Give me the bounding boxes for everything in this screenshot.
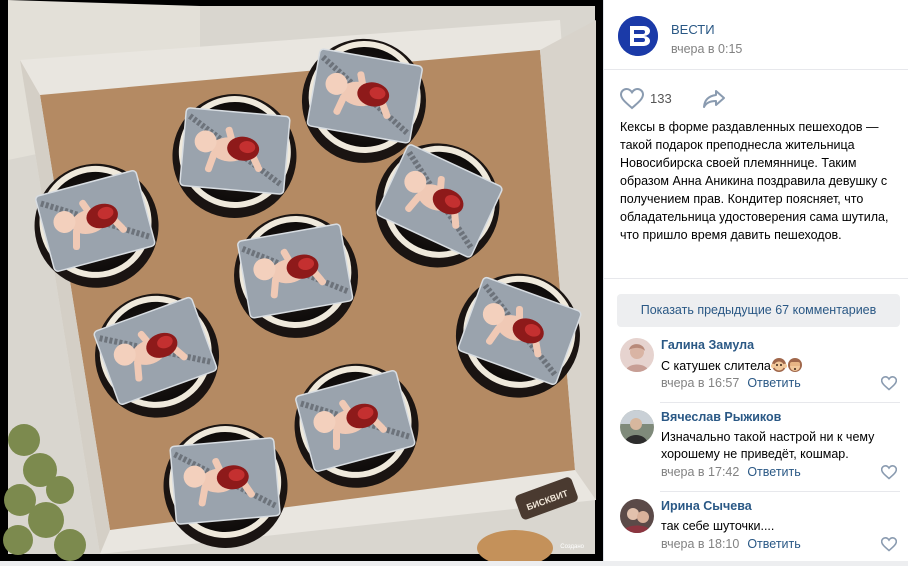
comment-author[interactable]: Галина Замула (661, 338, 754, 352)
comment-text-content: С катушек слитела (661, 359, 771, 373)
comment-meta: вчера в 16:57 Ответить (661, 376, 801, 390)
post-side-panel: ВЕСТИ вчера в 0:15 133 Кексы в форме раз… (603, 0, 908, 561)
reply-button[interactable]: Ответить (747, 465, 800, 479)
post-header: ВЕСТИ вчера в 0:15 (618, 16, 898, 64)
comment-time[interactable]: вчера в 18:10 (661, 537, 739, 551)
comment-text: С катушек слитела (661, 357, 896, 375)
like-count: 133 (650, 91, 672, 106)
cupcake-photo-image: БИСКВИТ Создано (3, 0, 596, 566)
vesti-logo-icon[interactable] (618, 16, 658, 56)
avatar[interactable] (620, 410, 654, 444)
share-arrow-icon[interactable] (702, 89, 726, 109)
text-divider (604, 278, 908, 279)
hear-no-evil-monkey-icon (770, 357, 788, 373)
comment-meta: вчера в 17:42 Ответить (661, 465, 801, 479)
comment-author[interactable]: Ирина Сычева (661, 499, 752, 513)
comment-time[interactable]: вчера в 16:57 (661, 376, 739, 390)
avatar[interactable] (620, 499, 654, 533)
comment-divider (660, 491, 900, 492)
comment-time[interactable]: вчера в 17:42 (661, 465, 739, 479)
comment-heart-icon[interactable] (880, 465, 898, 480)
photo-watermark: Создано (560, 544, 584, 550)
avatar[interactable] (620, 338, 654, 372)
comment-heart-icon[interactable] (880, 537, 898, 552)
reply-button[interactable]: Ответить (747, 537, 800, 551)
heart-icon[interactable] (619, 87, 645, 110)
photo-viewer: БИСКВИТ Создано ВЕСТИ вчера в 0:15 133 К… (0, 0, 908, 566)
comment-meta: вчера в 18:10 Ответить (661, 537, 801, 551)
post-time[interactable]: вчера в 0:15 (671, 42, 742, 56)
post-actions: 133 (619, 87, 740, 110)
see-no-evil-monkey-icon (787, 357, 803, 373)
comment-author[interactable]: Вячеслав Рыжиков (661, 410, 781, 424)
reply-button[interactable]: Ответить (747, 376, 800, 390)
comment-text: Изначально такой настрой ни к чему хорош… (661, 430, 875, 461)
comment-text: так себе шуточки.... (661, 519, 775, 533)
comment-heart-icon[interactable] (880, 376, 898, 391)
post-text: Кексы в форме раздавленных пешеходов — т… (620, 120, 889, 242)
post-photo[interactable]: БИСКВИТ Создано (0, 0, 603, 566)
comment-divider (660, 402, 900, 403)
show-previous-comments-button[interactable]: Показать предыдущие 67 комментариев (617, 294, 900, 327)
author-name[interactable]: ВЕСТИ (671, 22, 715, 37)
header-divider (604, 69, 908, 70)
